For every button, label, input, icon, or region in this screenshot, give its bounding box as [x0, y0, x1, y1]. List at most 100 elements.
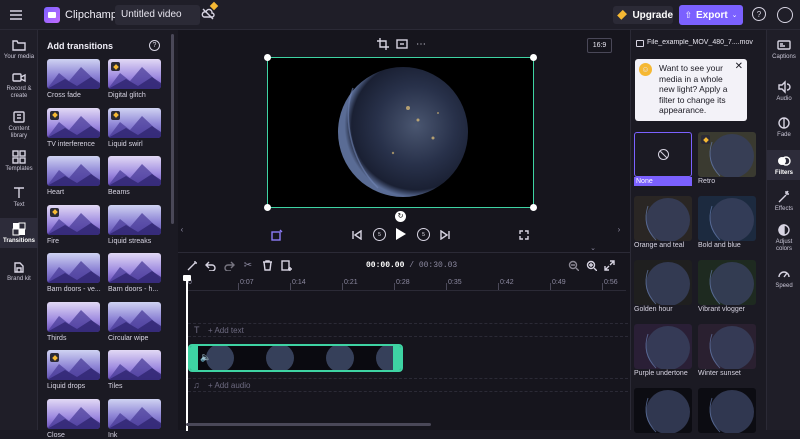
- filter-thumbnail[interactable]: [634, 260, 692, 305]
- clip-trim-handle-left[interactable]: [190, 346, 198, 370]
- rotate-handle[interactable]: ↻: [395, 211, 406, 222]
- sidebar-item-templates[interactable]: Templates: [0, 150, 38, 176]
- transition-thumbnail[interactable]: [47, 350, 100, 380]
- properties-panel: File_example_MOV_480_7....mov ☺ Want to …: [630, 30, 766, 433]
- sidebar-item-record-create[interactable]: Record & create: [0, 70, 38, 104]
- transition-thumbnail[interactable]: [108, 253, 161, 283]
- audio-track[interactable]: ♫ + Add audio: [188, 378, 628, 392]
- filter-thumbnail[interactable]: [634, 388, 692, 433]
- transition-thumbnail[interactable]: [47, 59, 100, 89]
- rail-item-fade[interactable]: Fade: [767, 116, 800, 142]
- hamburger-menu-icon[interactable]: [8, 8, 24, 22]
- zoom-in-icon[interactable]: [585, 259, 597, 271]
- avatar[interactable]: [777, 7, 793, 23]
- transition-thumbnail[interactable]: [108, 156, 161, 186]
- close-icon[interactable]: ✕: [735, 61, 743, 72]
- playhead-knob[interactable]: [183, 275, 191, 281]
- undo-icon[interactable]: [204, 259, 216, 271]
- text-track[interactable]: T + Add text: [188, 323, 628, 337]
- transition-thumbnail[interactable]: [108, 398, 161, 429]
- playhead[interactable]: [183, 275, 191, 431]
- add-text-label: + Add text: [208, 326, 244, 335]
- resize-handle[interactable]: [264, 204, 271, 211]
- text-icon: [14, 187, 24, 198]
- magic-edit-icon[interactable]: [270, 228, 284, 242]
- project-title-input[interactable]: Untitled video: [115, 5, 200, 25]
- transition-thumbnail[interactable]: [108, 107, 161, 138]
- skip-forward-icon[interactable]: [439, 229, 451, 241]
- filter-thumbnail[interactable]: [698, 260, 756, 305]
- play-icon[interactable]: [394, 227, 408, 241]
- time-ruler[interactable]: 0 0:07 0:14 0:21 0:28 0:35 0:42 0:49 0:56: [186, 277, 626, 291]
- panel-scrollbar[interactable]: [171, 34, 174, 224]
- help-icon[interactable]: ?: [752, 7, 766, 21]
- export-button[interactable]: ⇧ Export ⌄: [679, 5, 743, 25]
- sidebar-item-your-media[interactable]: Your media: [0, 38, 38, 64]
- transition-thumbnail[interactable]: [108, 301, 161, 332]
- filter-thumbnail[interactable]: [634, 132, 692, 177]
- sidebar-item-brand-kit[interactable]: Brand kit: [0, 260, 38, 286]
- rail-item-filters[interactable]: Filters: [767, 150, 800, 180]
- transition-thumbnail[interactable]: [47, 204, 100, 235]
- more-options-icon[interactable]: ⋯: [414, 38, 428, 50]
- zoom-out-icon[interactable]: [567, 259, 579, 271]
- transition-thumbnail[interactable]: [108, 204, 161, 235]
- add-to-timeline-icon[interactable]: [280, 259, 292, 271]
- clip-trim-handle-right[interactable]: [393, 346, 401, 370]
- video-canvas[interactable]: ↻: [264, 54, 537, 222]
- split-scissors-icon[interactable]: ✂: [242, 259, 254, 271]
- rail-item-audio[interactable]: Audio: [767, 80, 800, 106]
- transition-thumbnail[interactable]: [47, 398, 100, 429]
- rail-item-adjust-colors[interactable]: Adjust colors: [767, 223, 800, 255]
- filter-label: Golden hour: [634, 306, 673, 313]
- redo-icon[interactable]: [223, 259, 235, 271]
- transition-thumbnail[interactable]: [108, 350, 161, 380]
- magic-wand-icon[interactable]: [186, 259, 198, 271]
- filter-thumbnail[interactable]: [698, 196, 756, 241]
- filter-thumbnail[interactable]: [698, 388, 756, 433]
- rail-item-label: Effects: [774, 206, 794, 212]
- rail-item-speed[interactable]: Speed: [767, 267, 800, 293]
- filter-tip-card: ☺ Want to see your media in a whole new …: [635, 59, 747, 121]
- help-icon[interactable]: ?: [149, 40, 160, 51]
- filter-thumbnail[interactable]: [698, 324, 756, 369]
- fit-timeline-icon[interactable]: [603, 259, 615, 271]
- resize-handle[interactable]: [530, 204, 537, 211]
- fullscreen-icon[interactable]: [518, 229, 530, 241]
- delete-icon[interactable]: [261, 259, 273, 271]
- timeline-scrollbar[interactable]: [186, 423, 431, 426]
- transition-thumbnail[interactable]: [47, 156, 100, 186]
- fit-icon[interactable]: [395, 38, 409, 50]
- sidebar-item-transitions[interactable]: Transitions: [0, 218, 38, 248]
- expand-timeline-icon[interactable]: ⌄: [586, 244, 600, 252]
- resize-handle[interactable]: [264, 54, 271, 61]
- sidebar-item-label: Transitions: [2, 238, 35, 244]
- upgrade-button[interactable]: Upgrade: [613, 6, 673, 24]
- transition-thumbnail[interactable]: [47, 301, 100, 332]
- earth-filter-preview: [645, 390, 690, 433]
- filter-thumbnail[interactable]: [698, 132, 756, 177]
- transition-thumbnail[interactable]: [108, 59, 161, 89]
- filter-thumbnail[interactable]: [634, 324, 692, 369]
- mute-icon[interactable]: 🔈: [200, 352, 211, 363]
- sidebar-item-content-library[interactable]: Content library: [0, 110, 38, 144]
- transition-thumbnail[interactable]: [47, 107, 100, 138]
- collapse-right-panel-icon[interactable]: ›: [615, 222, 623, 236]
- resize-handle[interactable]: [530, 54, 537, 61]
- rail-item-label: Audio: [776, 96, 792, 102]
- skip-back-icon[interactable]: [351, 229, 363, 241]
- transition-thumbnail[interactable]: [47, 253, 100, 283]
- tip-text: Want to see your media in a whole new li…: [659, 63, 728, 115]
- collapse-left-panel-icon[interactable]: ‹: [178, 222, 186, 236]
- library-icon: [13, 111, 25, 123]
- video-clip[interactable]: 🔈: [188, 344, 403, 372]
- rewind-5s-icon[interactable]: 5: [373, 228, 386, 241]
- transitions-panel: Add transitions ? Cross fade Digital glit…: [38, 30, 178, 439]
- crop-icon[interactable]: [376, 38, 390, 50]
- filter-thumbnail[interactable]: [634, 196, 692, 241]
- aspect-ratio-button[interactable]: 16:9: [587, 38, 612, 53]
- rail-item-captions[interactable]: Captions: [767, 38, 800, 64]
- forward-5s-icon[interactable]: 5: [417, 228, 430, 241]
- sidebar-item-text[interactable]: Text: [0, 186, 38, 212]
- rail-item-effects[interactable]: Effects: [767, 190, 800, 216]
